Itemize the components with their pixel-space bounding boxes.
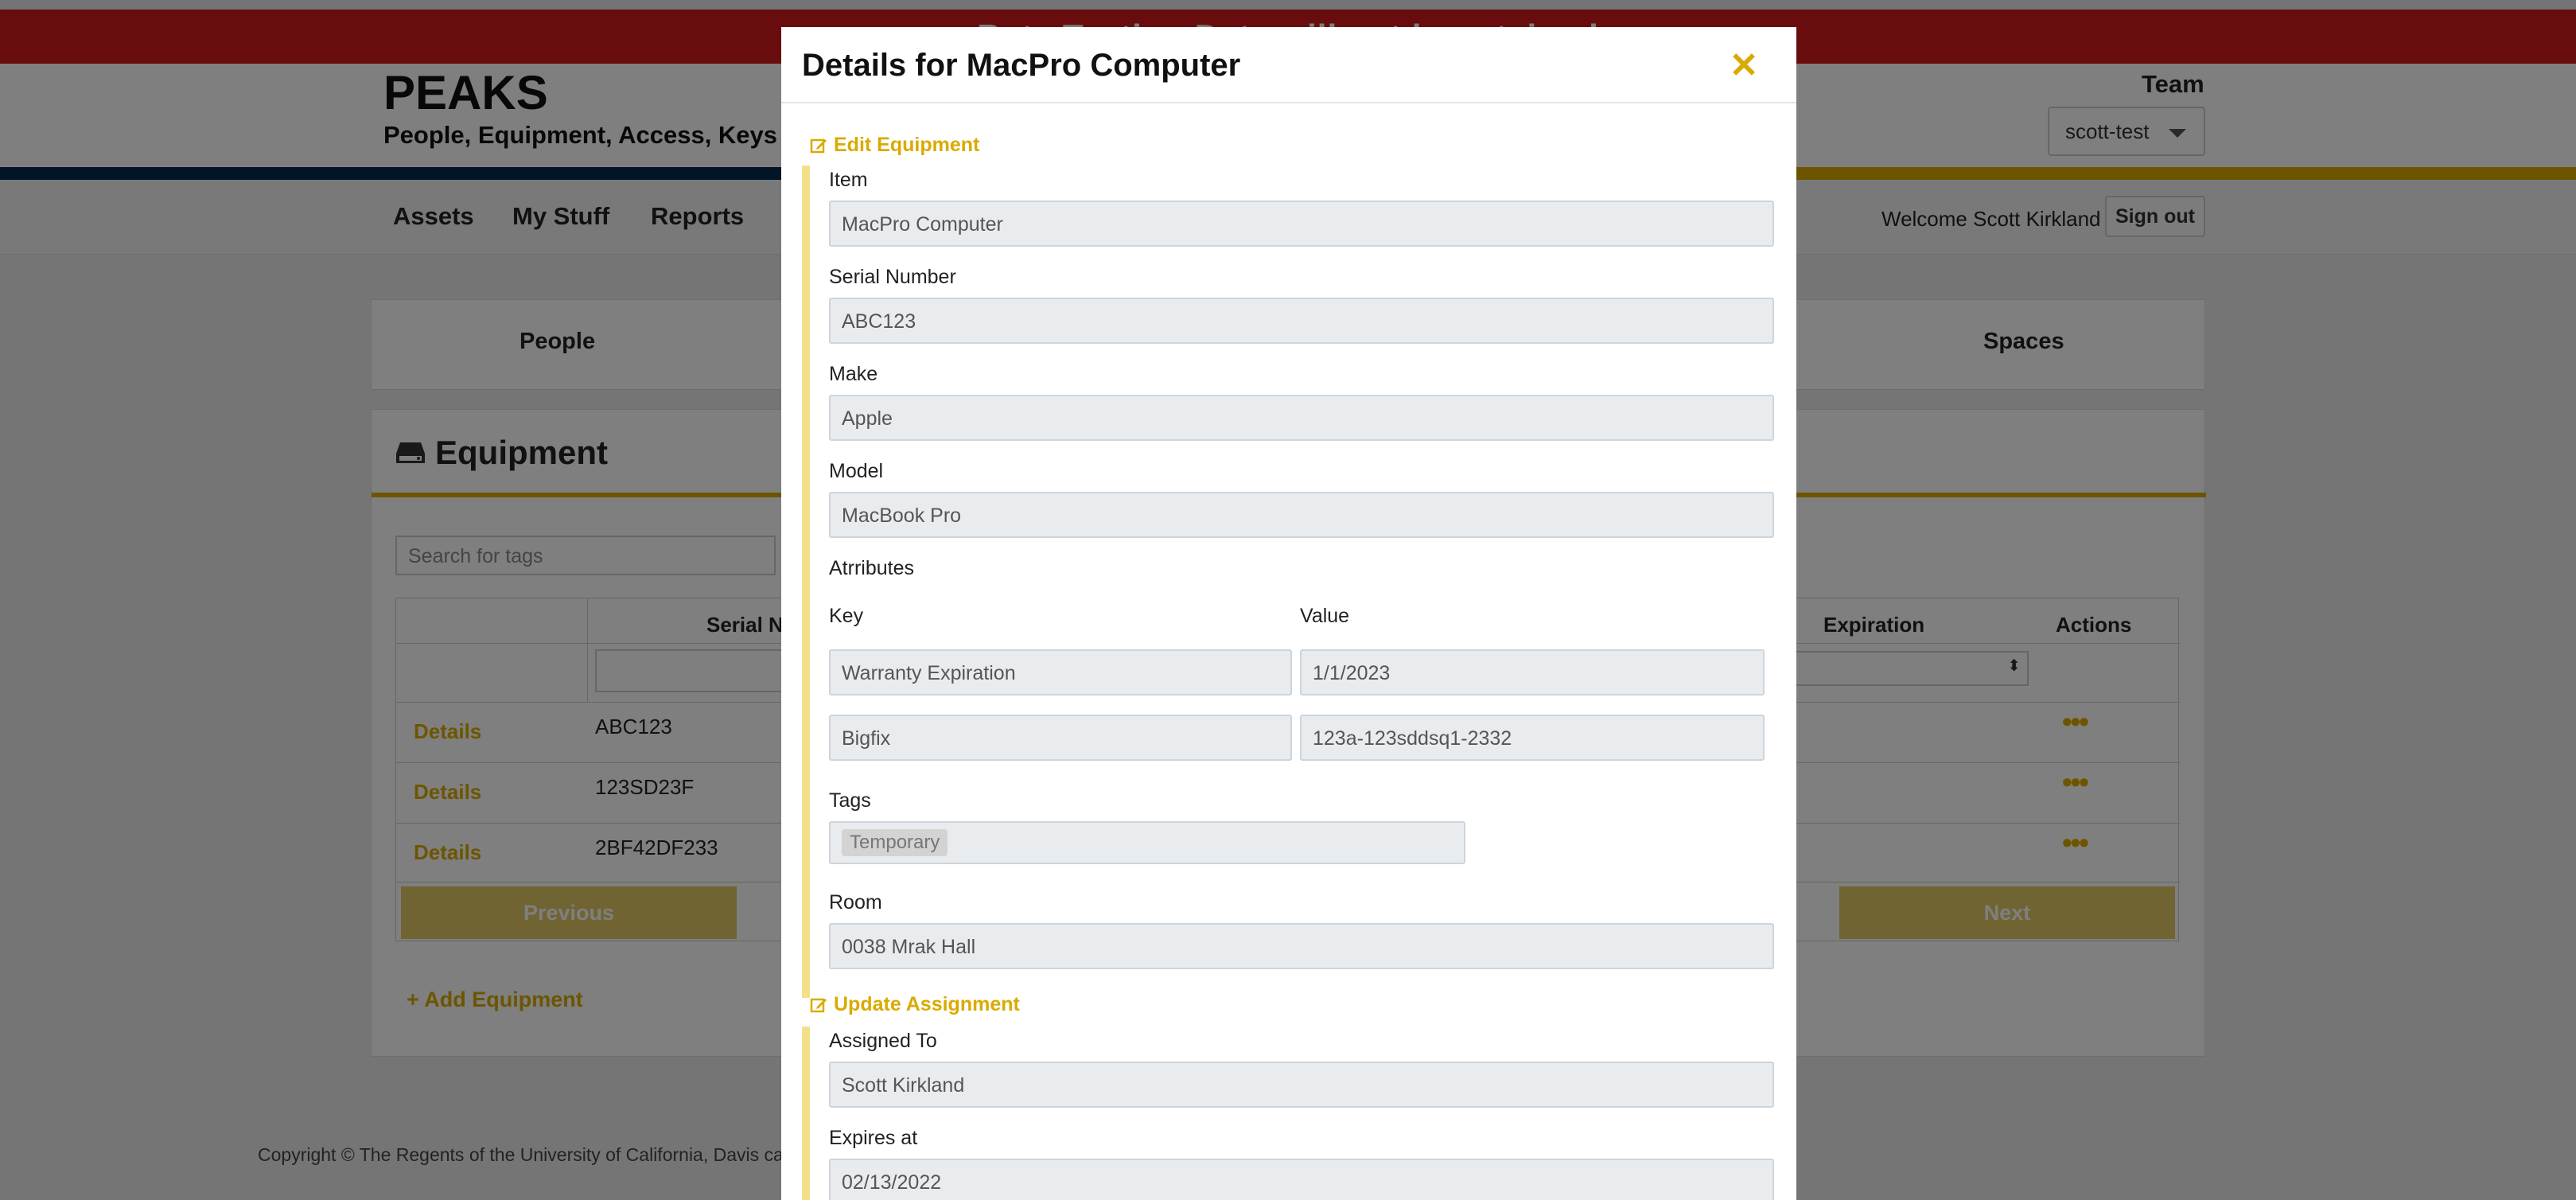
edit-icon — [810, 138, 827, 153]
model-label: Model — [829, 460, 884, 482]
serial-number-label: Serial Number — [829, 266, 956, 288]
model-field[interactable]: MacBook Pro — [829, 492, 1774, 538]
close-icon[interactable]: ✕ — [1725, 46, 1763, 85]
attribute-value-field[interactable]: 1/1/2023 — [1300, 649, 1765, 695]
tags-field[interactable]: Temporary — [829, 821, 1465, 864]
assignment-section-bar — [802, 1027, 810, 1200]
attribute-key-field[interactable]: Bigfix — [829, 715, 1292, 761]
tags-label: Tags — [829, 789, 871, 812]
attribute-key-header: Key — [829, 605, 864, 627]
modal-header: Details for MacPro Computer ✕ — [781, 27, 1796, 103]
update-assignment-heading[interactable]: Update Assignment — [810, 993, 1020, 1016]
modal-title: Details for MacPro Computer — [802, 48, 1241, 83]
expires-at-label: Expires at — [829, 1127, 918, 1149]
expires-at-field[interactable]: 02/13/2022 — [829, 1159, 1774, 1200]
attribute-value-header: Value — [1300, 605, 1350, 627]
assigned-to-field[interactable]: Scott Kirkland — [829, 1062, 1774, 1108]
edit-equipment-label: Edit Equipment — [834, 134, 980, 156]
edit-icon — [810, 998, 827, 1012]
edit-equipment-heading: Edit Equipment — [810, 134, 979, 157]
equipment-details-modal: Details for MacPro Computer ✕ Edit Equip… — [781, 27, 1796, 1200]
room-label: Room — [829, 891, 882, 914]
room-field[interactable]: 0038 Mrak Hall — [829, 923, 1774, 969]
edit-section-bar — [802, 166, 810, 998]
update-assignment-label: Update Assignment — [834, 993, 1020, 1015]
item-label: Item — [829, 169, 868, 191]
tag-chip[interactable]: Temporary — [842, 829, 948, 856]
make-label: Make — [829, 363, 878, 385]
attributes-label: Atrributes — [829, 557, 914, 579]
attribute-value-field[interactable]: 123a-123sddsq1-2332 — [1300, 715, 1765, 761]
make-field[interactable]: Apple — [829, 395, 1774, 441]
serial-number-field[interactable]: ABC123 — [829, 298, 1774, 344]
attribute-key-field[interactable]: Warranty Expiration — [829, 649, 1292, 695]
assigned-to-label: Assigned To — [829, 1030, 937, 1052]
item-field[interactable]: MacPro Computer — [829, 201, 1774, 247]
